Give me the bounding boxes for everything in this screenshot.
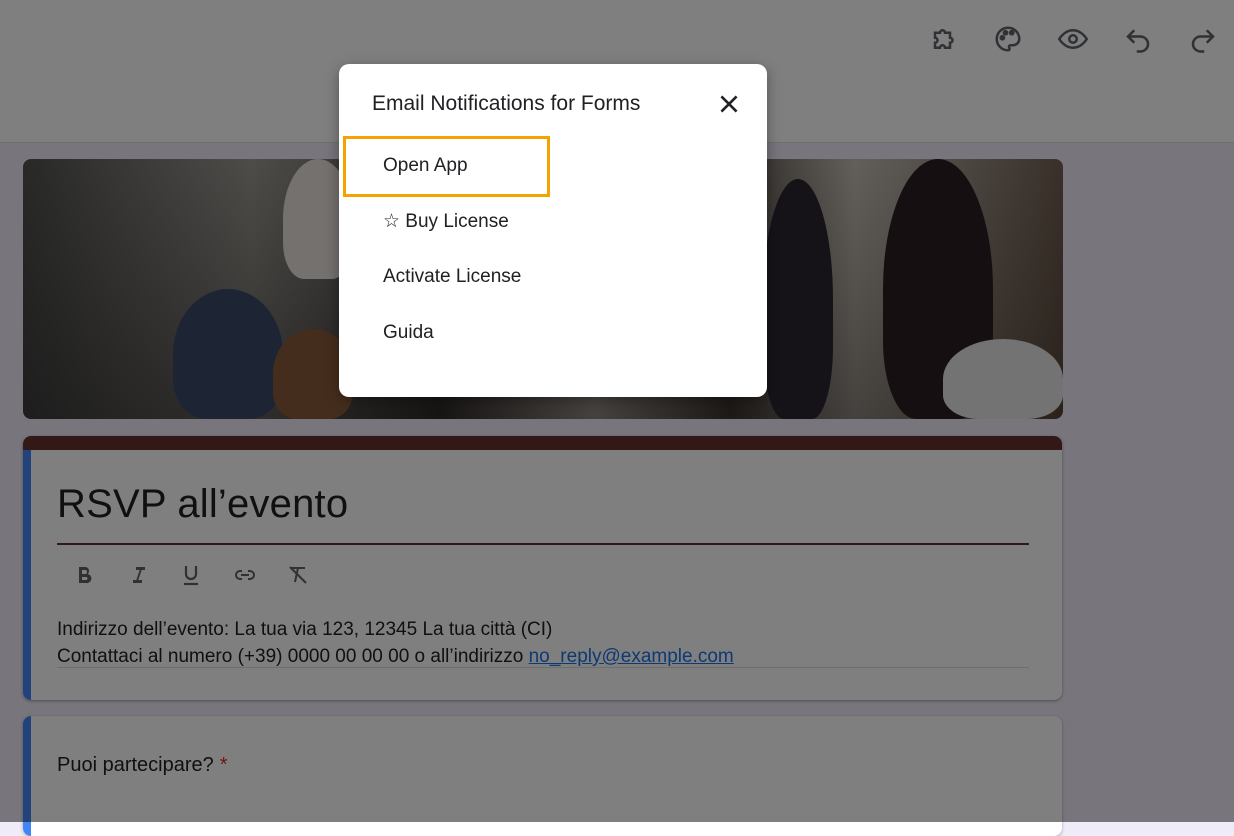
menu-item-guida[interactable]: Guida [383,322,434,344]
addon-dialog: Email Notifications for Forms Open App ☆… [339,64,767,397]
menu-item-open-app[interactable]: Open App [383,155,468,177]
dialog-title: Email Notifications for Forms [372,92,641,115]
menu-item-activate-license[interactable]: Activate License [383,266,521,288]
close-icon[interactable] [711,86,747,122]
menu-item-buy-license[interactable]: ☆ Buy License [383,210,509,233]
